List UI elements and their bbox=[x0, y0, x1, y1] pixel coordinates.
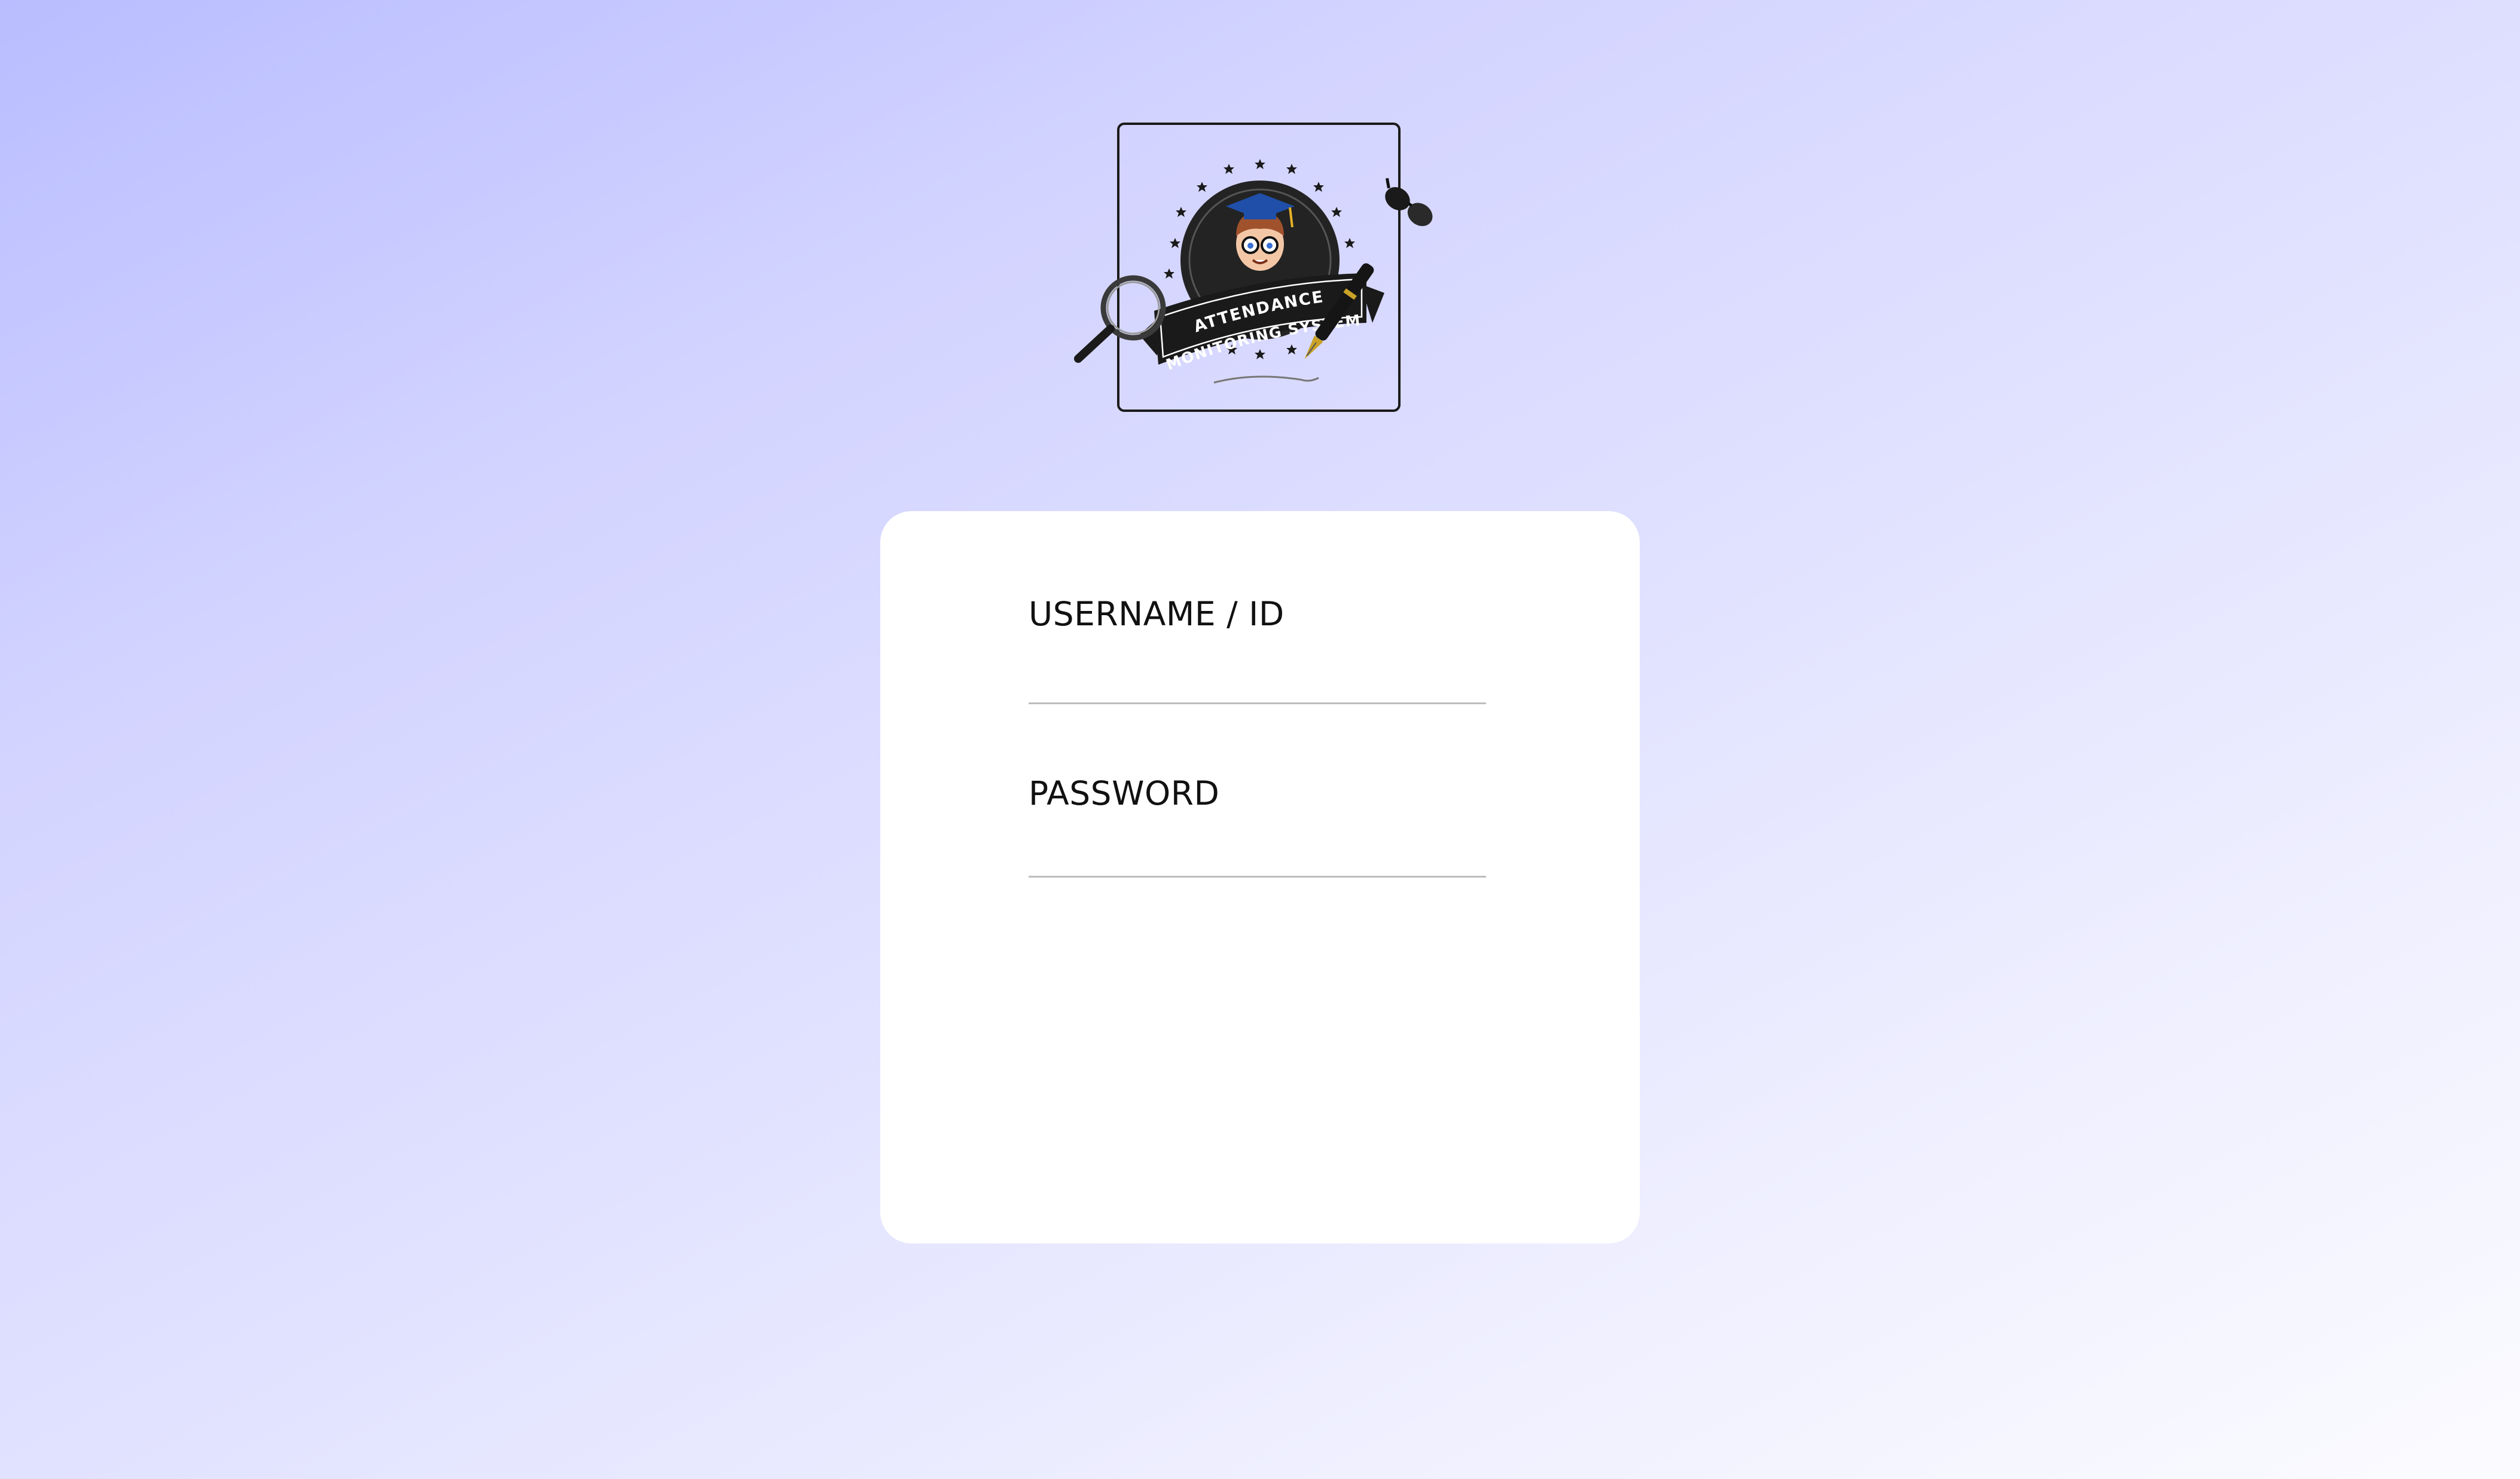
sunglasses-icon bbox=[1385, 178, 1433, 227]
password-input[interactable] bbox=[1029, 830, 1486, 878]
username-input[interactable] bbox=[1029, 656, 1486, 704]
username-label: USERNAME / ID bbox=[1029, 595, 1285, 633]
password-label: PASSWORD bbox=[1029, 774, 1220, 812]
login-card: USERNAME / ID PASSWORD bbox=[880, 511, 1640, 1243]
app-logo: ATTENDANCE MONITORING SYSTEM bbox=[1073, 117, 1447, 421]
